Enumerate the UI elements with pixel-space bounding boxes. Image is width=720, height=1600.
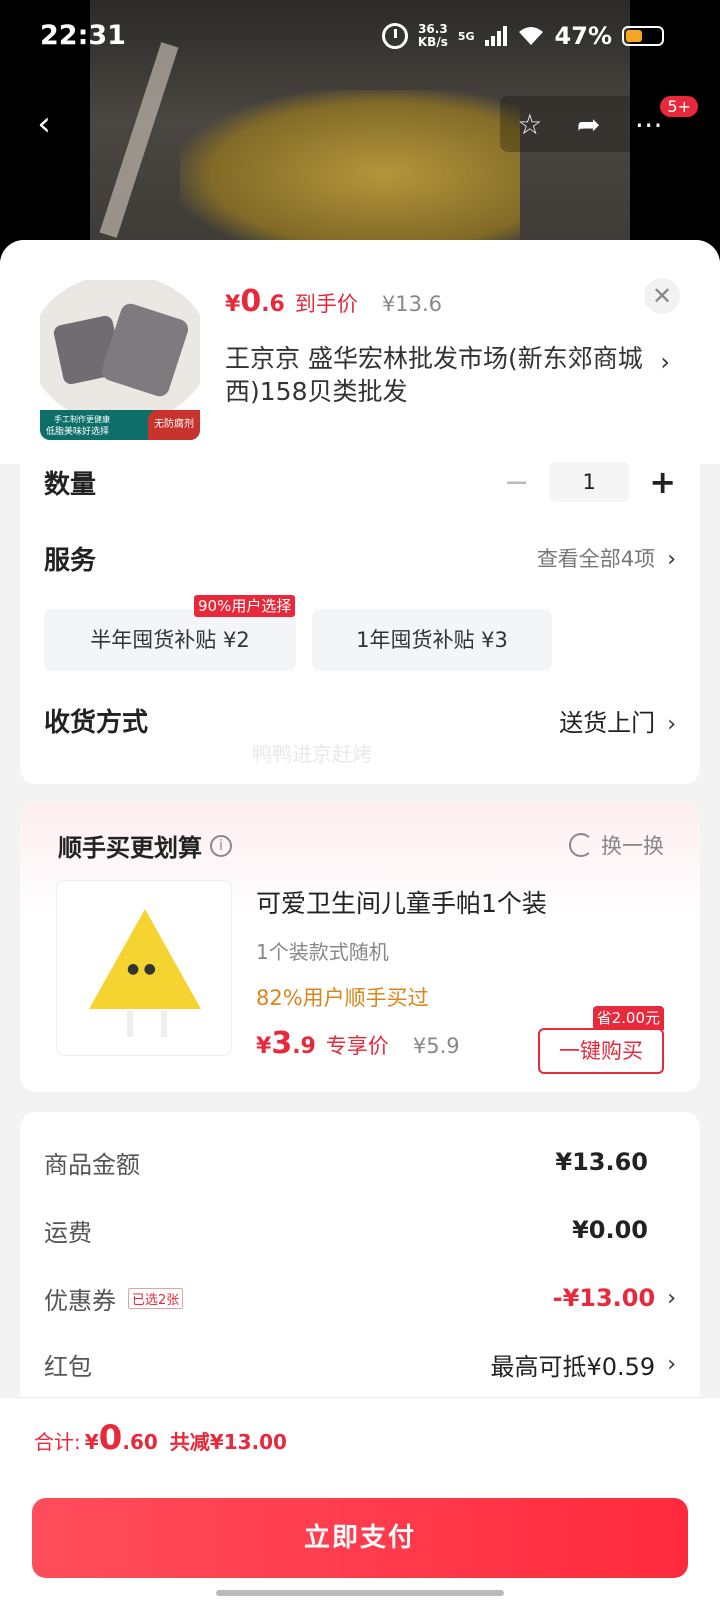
service-chip-tag: 90%用户选择: [194, 595, 296, 617]
more-icon[interactable]: ⋯: [635, 108, 663, 141]
addon-title: 顺手买更划算 i: [58, 828, 232, 863]
addon-product-image[interactable]: ● ●: [56, 880, 232, 1056]
chevron-right-icon: ›: [667, 547, 676, 572]
chevron-left-icon: ‹: [37, 104, 51, 144]
shop-name[interactable]: 王京京 盛华宏林批发市场(新东郊商城西)158贝类批发: [225, 342, 645, 408]
status-time: 22:31: [40, 20, 126, 51]
chevron-right-icon: ›: [667, 711, 676, 737]
quantity-label: 数量: [44, 469, 97, 500]
star-icon[interactable]: ☆: [517, 108, 542, 141]
signal-icon: [484, 26, 507, 46]
total-line: 合计: ¥0.60 共减¥13.00: [34, 1418, 287, 1458]
battery-percent: 47%: [554, 22, 612, 50]
total-saved: 共减¥13.00: [169, 1430, 287, 1454]
redpacket-label: 红包: [44, 1352, 92, 1381]
addon-save-tag: 省2.00元: [592, 1006, 664, 1030]
coupon-selected-tag: 已选2张: [128, 1287, 184, 1309]
message-badge: 5+: [660, 96, 698, 117]
goods-amount-value: ¥13.60: [555, 1148, 648, 1176]
plus-icon[interactable]: +: [649, 463, 676, 501]
top-actions: ☆ ➦ ⋯: [500, 96, 680, 152]
quantity-value[interactable]: 1: [549, 462, 630, 502]
battery-icon: [622, 26, 664, 46]
close-icon: ✕: [651, 282, 673, 310]
quantity-stepper: − 1 +: [504, 462, 676, 502]
addon-price-label: 专享价: [325, 1034, 389, 1058]
options-card: 数量 − 1 + 服务 查看全部4项 › 半年囤货补贴 ¥2 90%用户选择 1年…: [20, 454, 700, 784]
thumb-banner-line2: 低脂美味好选择: [46, 427, 110, 437]
service-options: 半年囤货补贴 ¥2 90%用户选择 1年囤货补贴 ¥3: [44, 595, 552, 671]
redpacket-row[interactable]: 红包 最高可抵¥0.59 ›: [44, 1346, 676, 1382]
video-glove-shape: [180, 90, 520, 260]
net-speed-unit: KB/s: [417, 35, 448, 49]
refresh-icon: [569, 833, 593, 857]
close-button[interactable]: ✕: [644, 278, 680, 314]
delivery-value[interactable]: 送货上门 ›: [559, 703, 676, 738]
home-indicator[interactable]: [216, 1590, 504, 1596]
service-link[interactable]: 查看全部4项 ›: [537, 543, 676, 573]
addon-original-price: ¥5.9: [412, 1034, 460, 1058]
one-click-buy-button[interactable]: 一键购买: [538, 1028, 664, 1074]
product-price-line: ¥0.6 到手价 ¥13.6: [225, 284, 442, 319]
share-icon[interactable]: ➦: [577, 108, 600, 141]
refresh-button[interactable]: 换一换: [569, 830, 664, 860]
chevron-right-icon: ›: [667, 1351, 676, 1377]
pay-now-button[interactable]: 立即支付: [32, 1498, 688, 1578]
addon-product-spec: 1个装款式随机: [256, 940, 389, 964]
service-chip-one-year[interactable]: 1年囤货补贴 ¥3: [312, 609, 552, 671]
total-label: 合计:: [34, 1430, 81, 1454]
network-type: 5G: [457, 29, 475, 43]
service-row[interactable]: 服务 查看全部4项 ›: [44, 536, 676, 580]
back-button[interactable]: ‹: [16, 96, 72, 152]
minus-icon[interactable]: −: [504, 465, 529, 500]
addon-image-face: ● ●: [127, 961, 156, 977]
order-summary: 商品金额 ¥13.60 运费 ¥0.00 优惠券 已选2张 -¥13.00 › …: [20, 1112, 700, 1412]
addon-popularity: 82%用户顺手买过: [256, 986, 429, 1010]
shipping-row: 运费 ¥0.00: [44, 1212, 676, 1248]
coupon-value[interactable]: -¥13.00 ›: [553, 1284, 676, 1312]
goods-amount-row: 商品金额 ¥13.60: [44, 1144, 676, 1180]
info-icon[interactable]: i: [210, 834, 232, 857]
chevron-right-icon: ›: [667, 1285, 676, 1311]
addon-image-legs: [127, 1011, 167, 1037]
delivery-label: 收货方式: [44, 707, 149, 738]
addon-price: ¥3.9: [256, 1026, 316, 1061]
thumb-tag: 无防腐剂: [148, 410, 200, 440]
product-thumbnail[interactable]: 手工制作更健康 低脂美味好选择 无防腐剂: [40, 280, 200, 440]
product-header: 手工制作更健康 低脂美味好选择 无防腐剂 ¥0.6 到手价 ¥13.6 ✕ 王京…: [0, 240, 720, 464]
checkout-footer: 合计: ¥0.60 共减¥13.00 立即支付: [0, 1397, 720, 1600]
checkout-sheet: 手工制作更健康 低脂美味好选择 无防腐剂 ¥0.6 到手价 ¥13.6 ✕ 王京…: [0, 240, 720, 1600]
total-amount: ¥0.60: [84, 1418, 158, 1458]
wifi-icon: [517, 25, 545, 47]
redpacket-value[interactable]: 最高可抵¥0.59 ›: [490, 1347, 676, 1382]
status-icons: 36.3 KB/s 5G 47%: [381, 22, 664, 50]
addon-image-shape: [89, 909, 201, 1009]
quantity-row: 数量 − 1 +: [44, 460, 676, 504]
service-label: 服务: [44, 545, 97, 576]
status-bar: 22:31 36.3 KB/s 5G 47%: [0, 0, 720, 76]
addon-card: 顺手买更划算 i 换一换 ● ● 可爱卫生间儿童手帕1个装 1个装款式随机 82…: [20, 802, 700, 1092]
service-chip-half-year[interactable]: 半年囤货补贴 ¥2 90%用户选择: [44, 595, 296, 671]
delivery-row[interactable]: 收货方式 送货上门 ›: [44, 698, 676, 742]
addon-product-name[interactable]: 可爱卫生间儿童手帕1个装: [256, 884, 547, 920]
original-price: ¥13.6: [381, 292, 442, 316]
coupon-label: 优惠券 已选2张: [44, 1281, 184, 1316]
goods-amount-label: 商品金额: [44, 1150, 140, 1179]
shipping-value: ¥0.00: [572, 1216, 648, 1244]
final-price: ¥0.6: [225, 284, 285, 319]
alarm-icon: [381, 23, 408, 49]
net-speed: 36.3 KB/s: [418, 23, 448, 49]
battery-fill: [626, 30, 642, 42]
final-price-label: 到手价: [294, 292, 358, 316]
addon-price-line: ¥3.9 专享价 ¥5.9: [256, 1026, 460, 1061]
shipping-label: 运费: [44, 1218, 92, 1247]
chevron-right-icon[interactable]: ›: [660, 348, 670, 376]
watermark: 鸭鸭进京赶烤: [252, 742, 372, 766]
coupon-row[interactable]: 优惠券 已选2张 -¥13.00 ›: [44, 1280, 676, 1316]
